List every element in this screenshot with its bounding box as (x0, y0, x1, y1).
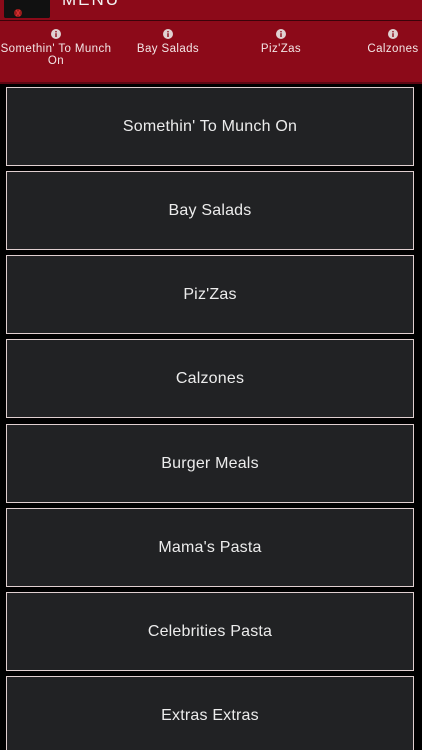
menu-item-label: Calzones (175, 369, 245, 387)
menu-item-label: Mama's Pasta (158, 538, 262, 556)
menu-item-label: Somethin' To Munch On (122, 117, 298, 135)
menu-item-mamas-pasta[interactable]: Mama's Pasta (6, 508, 414, 587)
title-bar: MENU (0, 0, 422, 21)
tab-label: Calzones (367, 43, 419, 55)
menu-item-celebrities-pasta[interactable]: Celebrities Pasta (6, 592, 414, 671)
tab-somethin-to-munch-on[interactable]: Somethin' To Munch On (0, 21, 112, 82)
menu-item-label: Extras Extras (161, 706, 259, 724)
tab-bay-salads[interactable]: Bay Salads (112, 21, 224, 82)
info-icon (276, 29, 286, 39)
menu-item-burger-meals[interactable]: Burger Meals (6, 424, 414, 503)
menu-item-label: Bay Salads (168, 201, 252, 219)
restaurant-logo[interactable] (4, 0, 50, 18)
menu-item-somethin-to-munch-on[interactable]: Somethin' To Munch On (6, 87, 414, 166)
menu-item-label: Burger Meals (161, 454, 259, 472)
menu-item-calzones[interactable]: Calzones (6, 339, 414, 418)
menu-item-pizzas[interactable]: Piz'Zas (6, 255, 414, 334)
info-icon (388, 29, 398, 39)
tab-label: Piz'Zas (260, 43, 302, 55)
tab-label: Somethin' To Munch On (0, 43, 112, 67)
menu-item-bay-salads[interactable]: Bay Salads (6, 171, 414, 250)
info-icon (163, 29, 173, 39)
logo-emblem-icon (4, 0, 50, 18)
tab-calzones[interactable]: Calzones (337, 21, 422, 82)
page-title: MENU (62, 0, 120, 10)
app-screen: MENU Somethin' To Munch On Bay Salads (0, 0, 422, 750)
info-icon (51, 29, 61, 39)
tab-pizzas[interactable]: Piz'Zas (225, 21, 337, 82)
category-tab-strip: Somethin' To Munch On Bay Salads Piz'Zas (0, 21, 422, 84)
menu-item-label: Celebrities Pasta (147, 622, 273, 640)
tab-label: Bay Salads (136, 43, 200, 55)
menu-item-extras-extras[interactable]: Extras Extras (6, 676, 414, 750)
menu-item-label: Piz'Zas (183, 285, 237, 303)
menu-category-list: Somethin' To Munch On Bay Salads Piz'Zas… (0, 85, 422, 750)
